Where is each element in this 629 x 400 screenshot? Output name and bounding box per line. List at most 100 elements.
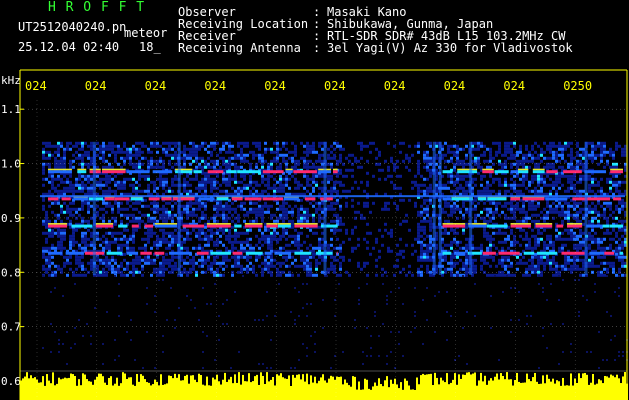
noise-cell: [333, 213, 336, 217]
noise-cell: [291, 213, 294, 217]
noise-cell: [483, 174, 486, 178]
noise-cell: [294, 243, 297, 247]
noise-cell: [183, 240, 186, 244]
noise-cell: [249, 228, 252, 232]
noise-cell: [213, 243, 216, 247]
low-noise-cell: [50, 290, 52, 293]
noise-cell: [330, 267, 333, 271]
noise-cell: [174, 156, 177, 160]
noise-cell: [240, 201, 243, 205]
noise-cell: [249, 150, 252, 154]
noise-cell: [297, 219, 300, 223]
noise-cell: [426, 159, 429, 163]
noise-cell: [111, 210, 114, 214]
noise-cell: [141, 264, 144, 268]
noise-cell: [525, 261, 528, 265]
noise-cell: [525, 267, 528, 271]
noise-cell: [243, 207, 246, 211]
noise-cell: [525, 231, 528, 235]
noise-cell: [504, 144, 507, 148]
signal-line-segment: [486, 224, 508, 228]
noise-cell: [522, 228, 525, 232]
noise-cell: [312, 150, 315, 154]
noise-cell: [603, 267, 606, 271]
noise-cell: [54, 165, 57, 169]
noise-cell: [255, 183, 258, 187]
noise-cell: [234, 216, 237, 220]
noise-cell: [165, 216, 168, 220]
noise-cell: [243, 141, 246, 145]
noise-cell: [378, 162, 381, 166]
noise-cell: [45, 150, 48, 154]
noise-cell: [213, 147, 216, 151]
noise-cell: [504, 255, 507, 259]
noise-cell: [108, 261, 111, 265]
noise-cell: [198, 243, 201, 247]
noise-cell: [240, 180, 243, 184]
noise-cell: [312, 180, 315, 184]
noise-cell: [270, 159, 273, 163]
noise-cell: [195, 174, 198, 178]
low-noise-cell: [494, 274, 496, 277]
noise-cell: [363, 261, 366, 265]
noise-cell: [135, 258, 138, 262]
noise-cell: [183, 204, 186, 208]
noise-cell: [105, 177, 108, 181]
noise-cell: [495, 153, 498, 157]
noise-cell: [279, 186, 282, 190]
noise-cell: [279, 234, 282, 238]
noise-cell: [273, 150, 276, 154]
noise-cell: [105, 144, 108, 148]
noise-cell: [306, 264, 309, 268]
noise-cell: [48, 165, 51, 169]
noise-cell: [486, 219, 489, 223]
noise-cell: [189, 261, 192, 265]
noise-cell: [480, 267, 483, 271]
signal-line-segment: [523, 251, 535, 255]
noise-cell: [165, 219, 168, 223]
noise-cell: [567, 204, 570, 208]
noise-cell: [351, 153, 354, 157]
noise-cell: [162, 264, 165, 268]
noise-cell: [228, 183, 231, 187]
noise-cell: [456, 153, 459, 157]
noise-cell: [243, 231, 246, 235]
noise-cell: [426, 258, 429, 262]
noise-cell: [174, 174, 177, 178]
noise-cell: [123, 183, 126, 187]
noise-cell: [186, 246, 189, 250]
noise-cell: [219, 204, 222, 208]
noise-cell: [114, 231, 117, 235]
noise-cell: [540, 255, 543, 259]
noise-cell: [63, 264, 66, 268]
low-noise-cell: [298, 358, 300, 361]
noise-cell: [243, 249, 246, 253]
low-noise-cell: [306, 314, 308, 317]
noise-cell: [528, 258, 531, 262]
noise-cell: [189, 162, 192, 166]
noise-cell: [168, 162, 171, 166]
noise-cell: [456, 216, 459, 220]
noise-cell: [162, 210, 165, 214]
noise-cell: [282, 216, 285, 220]
noise-cell: [111, 255, 114, 259]
noise-cell: [342, 147, 345, 151]
noise-cell: [129, 237, 132, 241]
noise-cell: [198, 201, 201, 205]
noise-cell: [591, 156, 594, 160]
noise-cell: [336, 216, 339, 220]
noise-cell: [486, 183, 489, 187]
noise-cell: [264, 255, 267, 259]
noise-cell: [213, 177, 216, 181]
noise-cell: [510, 264, 513, 268]
noise-cell: [252, 264, 255, 268]
noise-cell: [162, 147, 165, 151]
noise-cell: [495, 210, 498, 214]
noise-cell: [330, 261, 333, 265]
noise-cell: [354, 156, 357, 160]
noise-cell: [270, 255, 273, 259]
noise-cell: [267, 228, 270, 232]
noise-cell: [501, 270, 504, 274]
noise-cell: [285, 258, 288, 262]
noise-cell: [162, 150, 165, 154]
